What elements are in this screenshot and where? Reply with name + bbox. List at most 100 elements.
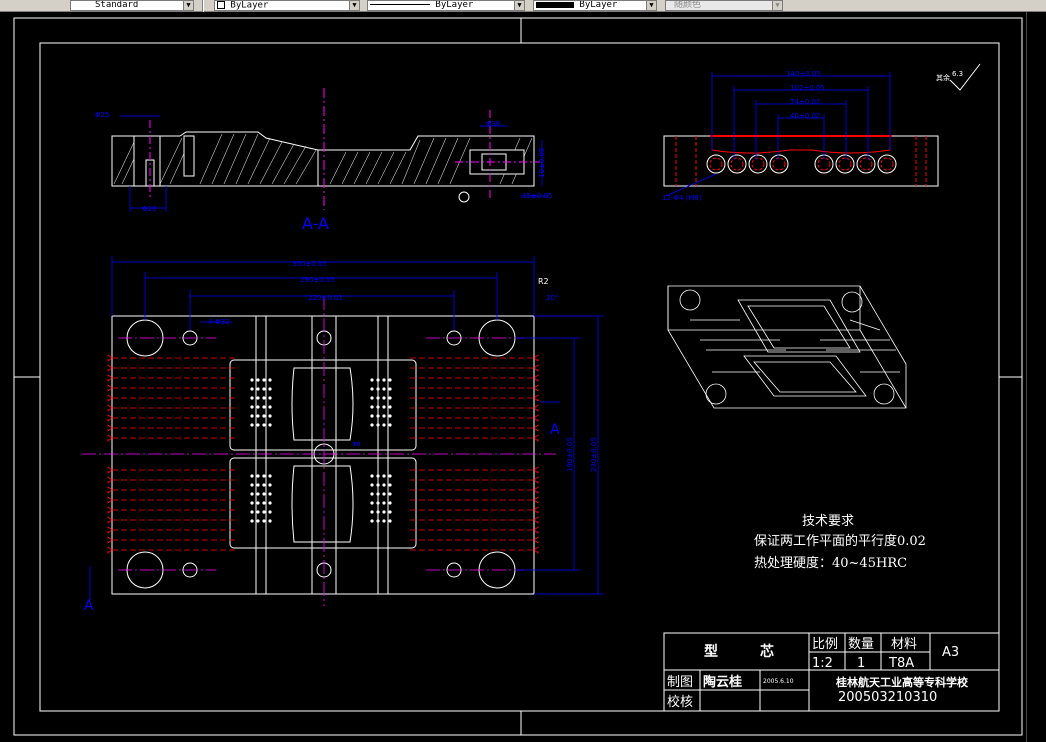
pin-hole (370, 483, 374, 487)
pin-hole (376, 387, 380, 391)
pin-hole (256, 414, 260, 418)
pin-hole (250, 483, 254, 487)
pin-hole (250, 474, 254, 478)
lineweight-sample-icon (536, 1, 574, 8)
school-name: 桂林航天工业高等专科学校 (835, 675, 969, 689)
pin-hole (256, 501, 260, 505)
qty-label: 数量 (848, 637, 874, 652)
pin-hole (256, 483, 260, 487)
pin-hole (376, 414, 380, 418)
pin-hole (250, 492, 254, 496)
pin-hole (250, 423, 254, 427)
pin-hole (382, 519, 386, 523)
pin-hole (370, 510, 374, 514)
pin-hole (250, 501, 254, 505)
pin-hole (376, 510, 380, 514)
pin-hole (382, 414, 386, 418)
scale-value: 1:2 (812, 656, 833, 671)
dim-bottom-outer: 350±0.05 (292, 260, 327, 268)
section-mark-a-right: A (550, 422, 560, 438)
pin-hole (370, 414, 374, 418)
side-hole-inner (859, 157, 873, 171)
chevron-down-icon[interactable]: ▼ (183, 1, 193, 10)
drawn-date: 2005.6.10 (763, 678, 794, 685)
pin-hole (382, 483, 386, 487)
chevron-down-icon[interactable]: ▼ (772, 1, 782, 10)
student-number: 200503210310 (838, 690, 937, 705)
side-hole-inner (709, 157, 723, 171)
part-name-1: 型 (704, 643, 718, 660)
qty-value: 1 (857, 656, 865, 671)
pin-hole (382, 405, 386, 409)
lineweight-combo[interactable]: ByLayer ▼ (533, 0, 657, 11)
right-panel-edge (1026, 12, 1046, 742)
dim-sec-right-h: 10±0.05 (538, 148, 546, 178)
pin-hole (388, 492, 392, 496)
pin-hole (250, 396, 254, 400)
pin-hole (256, 387, 260, 391)
side-hole-inner (730, 157, 744, 171)
pin-hole (376, 423, 380, 427)
pin-hole (262, 378, 266, 382)
pin-hole (250, 387, 254, 391)
pin-hole (376, 492, 380, 496)
pin-hole (256, 510, 260, 514)
pin-hole (370, 396, 374, 400)
pin-hole (256, 492, 260, 496)
text-style-value: Standard (95, 0, 139, 10)
dim-corner-note: R2 (538, 277, 549, 286)
pin-hole (268, 474, 272, 478)
pin-hole (250, 510, 254, 514)
layer-color-combo[interactable]: ByLayer ▼ (214, 0, 360, 11)
pin-hole (388, 396, 392, 400)
color-swatch-icon (217, 1, 225, 9)
pin-hole (256, 396, 260, 400)
scale-label: 比例 (812, 637, 838, 652)
pin-hole (268, 378, 272, 382)
side-hole-inner (751, 157, 765, 171)
linetype-sample-icon (370, 4, 430, 5)
pin-hole (268, 423, 272, 427)
text-style-combo[interactable]: Standard ▼ (70, 0, 194, 11)
surface-finish-top: 其余 (936, 73, 950, 82)
linetype-combo[interactable]: ByLayer ▼ (367, 0, 525, 11)
dim-side-hole: Φ8 (352, 441, 361, 448)
dim-sec-right-1: Φ36 (486, 120, 501, 128)
pin-hole (268, 492, 272, 496)
linetype-value: ByLayer (435, 0, 474, 10)
sheet-size: A3 (942, 645, 959, 660)
pin-hole (388, 519, 392, 523)
drawing-canvas[interactable]: Φ25 Φ20 Φ36 10±0.05 15±0.05 A-A 350±0.05… (0, 12, 1046, 742)
pin-hole (250, 414, 254, 418)
plotstyle-combo[interactable]: 随颜色 ▼ (665, 0, 783, 11)
pin-hole (376, 396, 380, 400)
material-label: 材料 (891, 637, 917, 652)
pin-hole (268, 414, 272, 418)
pin-hole (256, 474, 260, 478)
side-hole-inner (772, 157, 786, 171)
chevron-down-icon[interactable]: ▼ (349, 1, 359, 10)
pin-hole (388, 510, 392, 514)
isometric-view (667, 285, 907, 409)
pin-hole (370, 501, 374, 505)
dim-top-width-3: 74±0.02 (790, 98, 820, 106)
chevron-down-icon[interactable]: ▼ (646, 1, 656, 10)
pin-hole (262, 387, 266, 391)
tech-req-line2: 热处理硬度：40~45HRC (754, 555, 907, 571)
chevron-down-icon[interactable]: ▼ (514, 1, 524, 10)
pin-hole (388, 378, 392, 382)
pin-hole (268, 396, 272, 400)
pin-hole (370, 378, 374, 382)
pin-hole (262, 483, 266, 487)
pin-hole (370, 492, 374, 496)
pin-hole (370, 519, 374, 523)
pin-hole (262, 492, 266, 496)
pin-hole (382, 501, 386, 505)
properties-toolbar: Standard ▼ ByLayer ▼ ByLayer ▼ ByLayer ▼… (0, 0, 1046, 12)
pin-hole (376, 519, 380, 523)
pin-hole (370, 423, 374, 427)
pin-hole (382, 510, 386, 514)
pin-hole (388, 501, 392, 505)
section-mark-a-left: A (84, 598, 94, 614)
dim-sec-left-2: Φ20 (142, 205, 156, 213)
